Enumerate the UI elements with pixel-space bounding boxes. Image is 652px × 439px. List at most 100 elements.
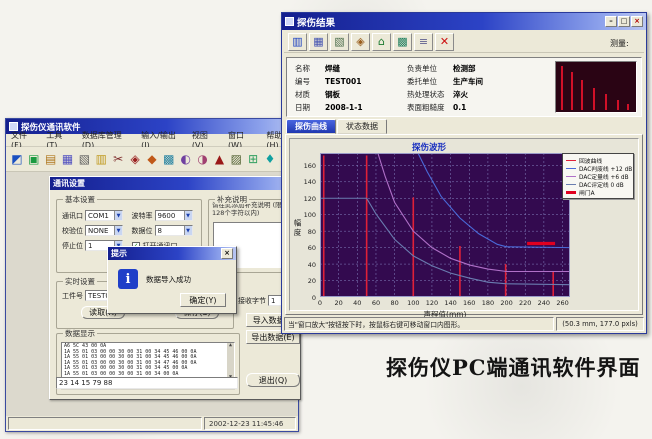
ruler-icon[interactable]: ≡ xyxy=(414,33,433,51)
app-icon xyxy=(285,17,294,26)
tab-flaw-curve[interactable]: 探伤曲线 xyxy=(286,119,336,134)
legend-swatch xyxy=(566,191,576,194)
home-icon[interactable]: ⌂ xyxy=(372,33,391,51)
chevron-down-icon[interactable]: ▼ xyxy=(184,211,192,220)
field-databits: 数据位 8▼ xyxy=(132,225,198,236)
info-label: 负责单位 xyxy=(407,63,453,74)
x-tick-label: 180 xyxy=(479,299,497,307)
copy-icon[interactable]: ◈ xyxy=(351,33,370,51)
settings-icon[interactable]: ⊞ xyxy=(245,149,261,169)
open-icon[interactable]: ▤ xyxy=(43,149,59,169)
legend-label: 闸门A xyxy=(579,188,595,197)
field-baudrate: 波特率 9600▼ xyxy=(132,210,198,221)
comm-app-window: 探伤仪通讯软件 文件(F) 工具(T) 数据库管理(D) 输入/输出(I) 视图… xyxy=(5,118,299,432)
tab-content: 探伤波形 幅度 声程值(mm) 回波曲线DAC判废线 +12 dBDAC定量线 … xyxy=(285,134,643,315)
copy-icon[interactable]: ◈ xyxy=(127,149,143,169)
chevron-down-icon[interactable]: ▼ xyxy=(114,226,122,235)
info-label: 热处理状态 xyxy=(407,89,453,100)
dialog-title: 通讯设置 xyxy=(53,178,85,189)
y-tick-label: 100 xyxy=(292,211,316,219)
parity-select[interactable]: NONE▼ xyxy=(85,225,123,236)
dialog-titlebar[interactable]: 通讯设置 × xyxy=(50,177,300,190)
result-statusbar: 当"窗口放大"按钮按下时，按鼠标右键可移动窗口内图形。 (50.3 mm, 17… xyxy=(284,317,644,331)
exit-button[interactable]: 退出(Q) xyxy=(246,373,300,387)
report-icon[interactable]: ▨ xyxy=(228,149,244,169)
baudrate-select[interactable]: 9600▼ xyxy=(155,210,193,221)
status-hint: 当"窗口放大"按钮按下时，按鼠标右键可移动窗口内图形。 xyxy=(284,317,554,331)
desktop: 探伤仪通讯软件 文件(F) 工具(T) 数据库管理(D) 输入/输出(I) 视图… xyxy=(0,0,652,439)
info-value: 0.1 xyxy=(453,103,466,112)
y-tick-label: 120 xyxy=(292,195,316,203)
field-parity: 校验位 NONE▼ xyxy=(62,225,128,236)
comm-client-area: 通讯设置 × 基本设置 通讯口 COM1▼ 波特率 9600▼ xyxy=(6,172,298,416)
save-icon[interactable]: ▦ xyxy=(309,33,328,51)
chevron-down-icon[interactable]: ▼ xyxy=(184,226,192,235)
x-tick-label: 60 xyxy=(367,299,385,307)
x-tick-label: 240 xyxy=(535,299,553,307)
legend-swatch xyxy=(566,176,576,177)
send-input[interactable]: 23 14 15 79 88 xyxy=(56,377,238,389)
menu-bar: 文件(F) 工具(T) 数据库管理(D) 输入/输出(I) 视图(V) 窗口(W… xyxy=(6,134,298,147)
grid-icon[interactable]: ▩ xyxy=(393,33,412,51)
import-success-msgbox: 提示 × i 数据导入成功 确定(Y) xyxy=(107,246,237,314)
result-window-titlebar[interactable]: 探伤结果 – □ × xyxy=(282,13,646,30)
device-icon[interactable]: ▣ xyxy=(26,149,42,169)
y-tick-label: 60 xyxy=(292,244,316,252)
info-value: 2008-1-1 xyxy=(325,103,363,112)
y-tick-label: 80 xyxy=(292,228,316,236)
connect-icon[interactable]: ◩ xyxy=(9,149,25,169)
result-window-title: 探伤结果 xyxy=(297,15,335,29)
flaw-chart-panel: 探伤波形 幅度 声程值(mm) 回波曲线DAC判废线 +12 dBDAC定量线 … xyxy=(289,138,639,311)
msgbox-title: 提示 xyxy=(111,248,127,259)
print-icon[interactable]: ▧ xyxy=(330,33,349,51)
status-time: 2002-12-23 11:45:46 xyxy=(204,417,296,430)
paste-icon[interactable]: ◆ xyxy=(144,149,160,169)
cursor-coordinates: (50.3 mm, 177.0 pxls) xyxy=(556,317,644,331)
comm-statusbar: 2002-12-23 11:45:46 xyxy=(6,416,298,431)
waveform-thumbnail xyxy=(555,61,637,113)
databits-select[interactable]: 8▼ xyxy=(155,225,193,236)
info-label: 委托单位 xyxy=(407,76,453,87)
close-icon[interactable]: × xyxy=(631,16,643,27)
print-icon[interactable]: ▧ xyxy=(77,149,93,169)
x-tick-label: 160 xyxy=(460,299,478,307)
plot-area-wrap: 幅度 声程值(mm) 回波曲线DAC判废线 +12 dBDAC定量线 +6 dB… xyxy=(290,139,638,310)
x-tick-label: 120 xyxy=(423,299,441,307)
x-tick-label: 200 xyxy=(498,299,516,307)
preview-icon[interactable]: ▥ xyxy=(93,149,109,169)
chart-icon[interactable]: ▲ xyxy=(212,149,228,169)
minimize-icon[interactable]: – xyxy=(605,16,617,27)
msgbox-titlebar[interactable]: 提示 × xyxy=(108,247,236,260)
tab-status-data[interactable]: 状态数据 xyxy=(337,119,387,134)
export-icon[interactable]: ◑ xyxy=(195,149,211,169)
import-icon[interactable]: ◐ xyxy=(178,149,194,169)
info-value: 钢板 xyxy=(325,89,340,100)
info-value: 检测部 xyxy=(453,63,476,74)
wave-icon[interactable]: ▥ xyxy=(288,33,307,51)
info-label: 编号 xyxy=(295,76,325,87)
send-row: 23 14 15 79 88 xyxy=(56,377,238,389)
comm-settings-dialog: 通讯设置 × 基本设置 通讯口 COM1▼ 波特率 9600▼ xyxy=(49,176,301,400)
x-tick-label: 220 xyxy=(516,299,534,307)
help-icon[interactable]: ♦ xyxy=(262,149,278,169)
info-label: 表面粗糙度 xyxy=(407,102,453,113)
ok-button[interactable]: 确定(Y) xyxy=(180,293,226,307)
thumbnail-spikes xyxy=(556,62,636,112)
x-tick-label: 0 xyxy=(311,299,329,307)
hex-data-list[interactable]: ▲▼ A6 5C 43 00 0A1A 55 01 03 00 00 30 00… xyxy=(61,342,235,382)
scrollbar[interactable]: ▲▼ xyxy=(227,343,234,381)
legend-swatch xyxy=(566,168,576,169)
database-icon[interactable]: ▩ xyxy=(161,149,177,169)
cut-icon[interactable]: ✂ xyxy=(110,149,126,169)
comport-select[interactable]: COM1▼ xyxy=(85,210,123,221)
save-icon[interactable]: ▦ xyxy=(60,149,76,169)
maximize-icon[interactable]: □ xyxy=(618,16,630,27)
info-value: TEST001 xyxy=(325,77,361,86)
main-toolbar: ◩▣▤▦▧▥✂◈◆▩◐◑▲▨⊞♦✎ xyxy=(6,147,298,172)
msgbox-close-icon[interactable]: × xyxy=(221,248,233,259)
flaw-chart-plot[interactable] xyxy=(320,153,570,297)
chevron-down-icon[interactable]: ▼ xyxy=(114,211,122,220)
result-window: 探伤结果 – □ × ▥▦▧◈⌂▩≡✕ 测量: 名称焊缝 编号TEST001 材… xyxy=(281,12,647,334)
close-red-icon[interactable]: ✕ xyxy=(435,33,454,51)
x-tick-label: 80 xyxy=(386,299,404,307)
